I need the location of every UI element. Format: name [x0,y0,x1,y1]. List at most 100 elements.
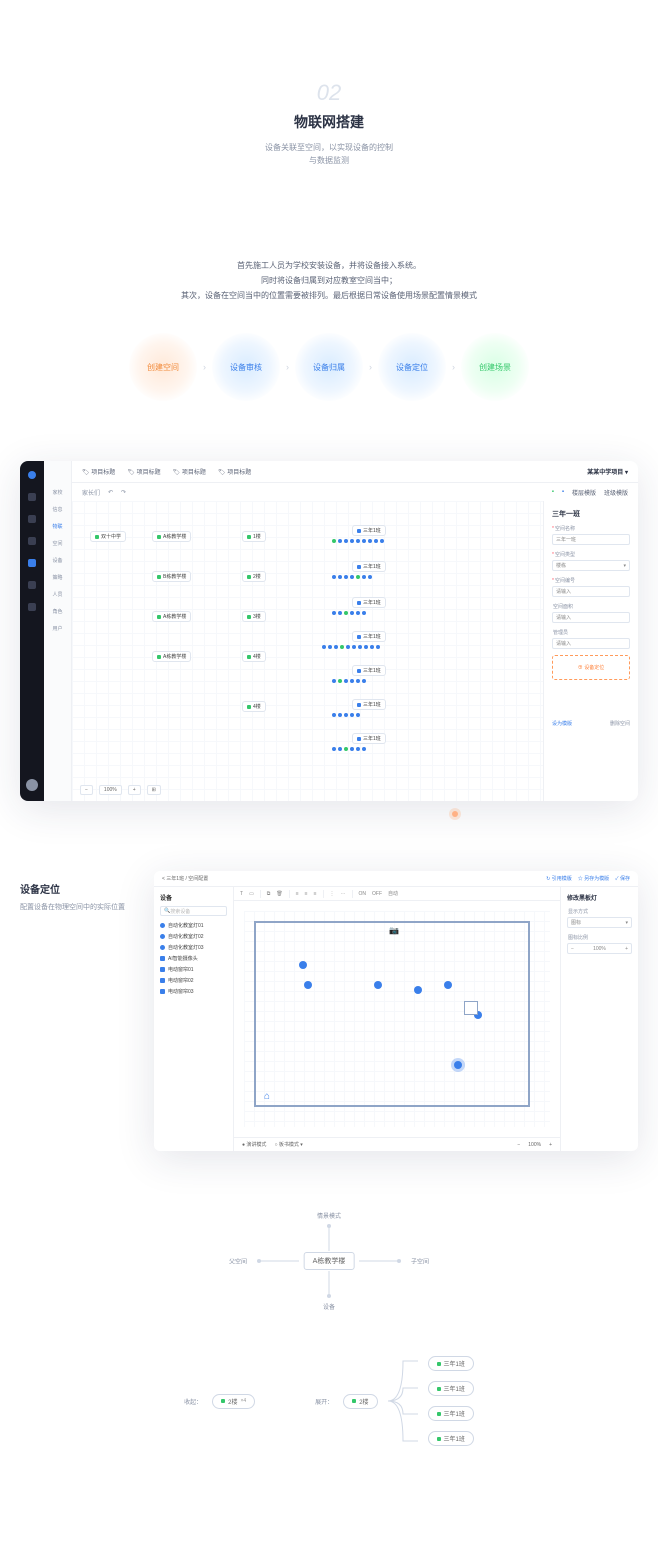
mode-lecture[interactable]: ● 演讲模式 [242,1141,266,1148]
graph-canvas[interactable]: 双十中学 A栋教学楼 B栋教学楼 A栋教学楼 A栋教学楼 1楼 2楼 3楼 4楼… [72,501,543,801]
distribute-icon[interactable]: ⋯ [341,891,346,897]
subnav-item[interactable]: 人员 [52,591,62,598]
redo-icon[interactable]: ↷ [121,489,126,496]
subnav-item[interactable]: 用户 [52,625,62,632]
copy-icon[interactable]: ⧉ [267,891,271,897]
scale-input[interactable]: −100%+ [567,943,632,954]
node-floor[interactable]: 1楼 [242,531,266,542]
search-input[interactable]: 🔍 搜索设备 [160,906,227,916]
nav-icon[interactable] [28,603,36,611]
zoom-out-button[interactable]: − [517,1142,520,1148]
mode-teach[interactable]: ○ 板书模式 ▾ [274,1141,302,1148]
node-class[interactable]: 三年1班 [352,665,386,676]
delete-icon[interactable]: 🗑 [276,891,282,897]
fit-icon[interactable]: ⊞ [147,785,161,795]
align-icon[interactable]: ≡ [314,891,317,897]
tab[interactable]: 🏷 项目标题 [127,467,160,476]
node-floor[interactable]: 4楼 [242,651,266,662]
device-item[interactable]: 自动化教室灯03 [160,942,227,953]
zoom-value: 100% [99,785,122,795]
undo-icon[interactable]: ↶ [108,489,113,496]
toggle-on[interactable]: ON [359,891,367,897]
space-name-input[interactable]: 三年一班 [552,534,630,545]
nav-icon[interactable] [28,515,36,523]
save-button[interactable]: ✓ 保存 [615,875,630,882]
shape-tool-icon[interactable]: ▭ [249,891,254,897]
zoom-in-button[interactable]: + [128,785,141,795]
space-area-input[interactable]: 请输入 [552,612,630,623]
device-item[interactable]: 自动化教室灯01 [160,920,227,931]
camera-icon[interactable]: 📷 [389,926,399,935]
nav-icon[interactable] [28,537,36,545]
node-building[interactable]: A栋教学楼 [152,651,191,662]
device-item[interactable]: 自动化教室灯02 [160,931,227,942]
desk-shape[interactable] [464,1001,478,1015]
template-tab[interactable]: 班级模版 [604,488,628,497]
filter-icon[interactable]: ▪ [552,489,554,495]
avatar[interactable] [26,779,38,791]
subnav-item[interactable]: 角色 [52,608,62,615]
tab[interactable]: 🏷 项目标题 [218,467,251,476]
zoom-out-button[interactable]: − [80,785,93,795]
node-building[interactable]: A栋教学楼 [152,531,191,542]
delete-space-link[interactable]: 删除空间 [610,720,630,727]
node-class[interactable]: 三年1班 [352,733,386,744]
toggle-auto[interactable]: 自动 [388,890,398,897]
logo-icon[interactable] [28,471,36,479]
device-item[interactable]: 电动窗帘03 [160,986,227,997]
tree-node-expanded[interactable]: 2楼 [343,1394,377,1409]
align-icon[interactable]: ≡ [305,891,308,897]
node-floor[interactable]: 2楼 [242,571,266,582]
distribute-icon[interactable]: ⋮ [330,891,335,897]
device-item[interactable]: AI智能摄像头 [160,953,227,964]
node-class[interactable]: 三年1班 [352,525,386,536]
subnav-item[interactable]: 空间 [52,540,62,547]
subnav-item[interactable]: 策略 [52,574,62,581]
space-type-select[interactable]: 楼栋▾ [552,560,630,571]
save-template-link[interactable]: ☆ 另存为模版 [578,875,609,882]
node-class[interactable]: 三年1班 [352,631,386,642]
room-canvas[interactable]: ⌂ 📷 [244,911,550,1127]
display-mode-select[interactable]: 图标▾ [567,917,632,928]
node-class[interactable]: 三年1班 [352,699,386,710]
node-school[interactable]: 双十中学 [90,531,126,542]
subnav-item[interactable]: 物联 [52,523,62,530]
device-item[interactable]: 电动窗帘01 [160,964,227,975]
project-selector[interactable]: 某某中学项目 ▾ [587,467,628,476]
align-icon[interactable]: ≡ [296,891,299,897]
device-item[interactable]: 电动窗帘02 [160,975,227,986]
subnav-item[interactable]: 家校 [52,489,62,496]
locate-device-button[interactable]: ⊕ 设备定位 [552,655,630,680]
section-title: 物联网搭建 [0,112,658,132]
subnav-item[interactable]: 设备 [52,557,62,564]
node-class[interactable]: 三年1班 [352,561,386,572]
tree-child[interactable]: 三年1班 [428,1356,474,1371]
node-building[interactable]: A栋教学楼 [152,611,191,622]
nav-icon[interactable] [28,493,36,501]
nav-icon-iot[interactable] [28,559,36,567]
node-building[interactable]: B栋教学楼 [152,571,191,582]
node-floor[interactable]: 3楼 [242,611,266,622]
filter-icon[interactable]: ▪ [562,489,564,495]
tab[interactable]: 🏷 项目标题 [173,467,206,476]
text-tool-icon[interactable]: T [240,891,243,897]
feature-desc: 配置设备在物理空间中的实际位置 [20,902,140,912]
tree-child[interactable]: 三年1班 [428,1431,474,1446]
space-admin-input[interactable]: 请输入 [552,638,630,649]
toggle-off[interactable]: OFF [372,891,382,897]
space-code-input[interactable]: 请输入 [552,586,630,597]
tab[interactable]: 🏷 项目标题 [82,467,115,476]
tree-node-collapsed[interactable]: 2楼 ×4 [212,1394,255,1409]
device-row [332,747,366,751]
reset-link[interactable]: ↻ 引用模版 [546,875,572,882]
breadcrumb[interactable]: < 三年1班 / 空间配置 [162,875,208,882]
zoom-in-button[interactable]: + [549,1142,552,1148]
template-tab[interactable]: 楼层模版 [572,488,596,497]
tree-child[interactable]: 三年1班 [428,1406,474,1421]
tree-child[interactable]: 三年1班 [428,1381,474,1396]
node-floor[interactable]: 4楼 [242,701,266,712]
save-template-link[interactable]: 设为模版 [552,720,572,727]
node-class[interactable]: 三年1班 [352,597,386,608]
nav-icon[interactable] [28,581,36,589]
subnav-item[interactable]: 信息 [52,506,62,513]
